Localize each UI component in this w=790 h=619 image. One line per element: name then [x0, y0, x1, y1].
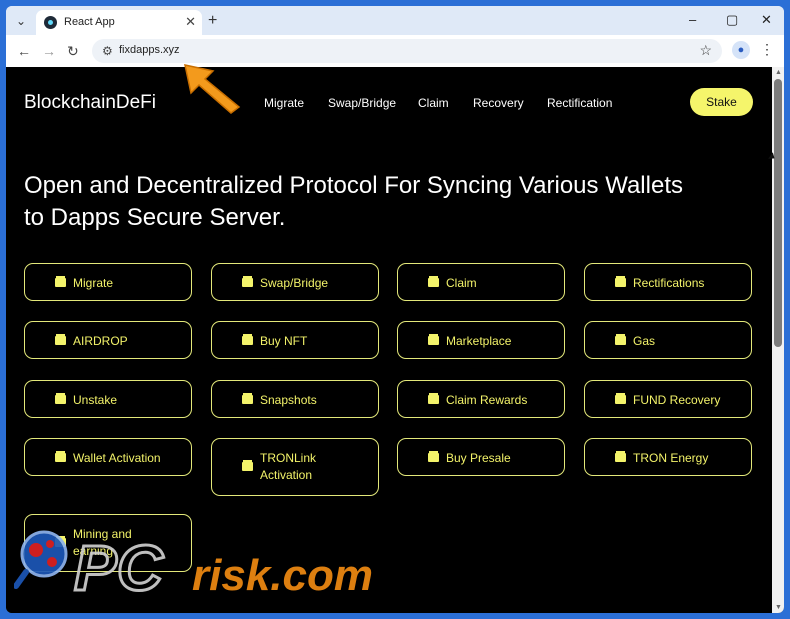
card-label: Marketplace — [446, 334, 512, 348]
card-tron-energy[interactable]: TRON Energy — [584, 438, 752, 476]
minimize-icon[interactable]: – — [689, 12, 696, 27]
card-wallet-activation[interactable]: Wallet Activation — [24, 438, 192, 476]
address-bar[interactable]: ⚙ fixdapps.xyz ☆ — [92, 39, 722, 63]
card-label: Gas — [633, 334, 656, 348]
forward-arrow-icon[interactable]: → — [42, 43, 56, 59]
card-label: Rectifications — [633, 276, 705, 290]
wallet-icon — [428, 393, 439, 404]
nav-link-swap-bridge[interactable]: Swap/Bridge — [328, 96, 396, 110]
tab-title: React App — [64, 16, 115, 28]
card-label: Buy NFT — [260, 334, 308, 348]
more-menu-icon[interactable]: ⋮ — [760, 41, 774, 58]
tab-bar: ⌄ React App ✕ + – ▢ ✕ — [6, 6, 784, 35]
wallet-icon — [615, 393, 626, 404]
card-marketplace[interactable]: Marketplace — [397, 321, 565, 359]
card-gas[interactable]: Gas — [584, 321, 752, 359]
site-settings-icon[interactable]: ⚙ — [102, 44, 113, 58]
scrollbar-thumb[interactable] — [774, 79, 782, 347]
maximize-icon[interactable]: ▢ — [726, 12, 738, 28]
wallet-icon — [615, 334, 626, 345]
scroll-down-icon[interactable]: ▼ — [775, 604, 782, 611]
card-label: FUND Recovery — [633, 393, 721, 407]
card-fund-recovery[interactable]: FUND Recovery — [584, 380, 752, 418]
wallet-icon — [55, 451, 66, 462]
card-tronlink-activation[interactable]: TRONLink Activation — [211, 438, 379, 496]
browser-window: ⌄ React App ✕ + – ▢ ✕ ← → ↻ ⚙ fixdapps.x… — [6, 6, 784, 613]
wallet-icon — [615, 451, 626, 462]
nav-link-claim[interactable]: Claim — [418, 96, 449, 110]
pcrisk-watermark-logo: PC risk.com — [14, 530, 373, 606]
card-label: Snapshots — [260, 393, 317, 407]
close-icon[interactable]: ✕ — [185, 14, 196, 30]
window-close-icon[interactable]: ✕ — [761, 12, 772, 28]
nav-link-rectification[interactable]: Rectification — [547, 96, 612, 110]
wallet-icon — [55, 334, 66, 345]
watermark-risk-text: risk.com — [192, 551, 373, 600]
card-airdrop[interactable]: AIRDROP — [24, 321, 192, 359]
card-label: Unstake — [73, 393, 118, 407]
card-label: Claim — [446, 276, 477, 290]
wallet-icon — [428, 276, 439, 287]
profile-avatar-icon[interactable]: ● — [732, 41, 750, 59]
nav-link-migrate[interactable]: Migrate — [264, 96, 304, 110]
card-label: TRON Energy — [633, 451, 709, 465]
browser-toolbar: ← → ↻ ⚙ fixdapps.xyz ☆ ● ⋮ — [6, 35, 784, 67]
bookmark-star-icon[interactable]: ☆ — [699, 42, 712, 59]
orange-arrow-icon — [184, 64, 241, 114]
url-text[interactable]: fixdapps.xyz — [119, 44, 180, 56]
stake-button[interactable]: Stake — [690, 88, 753, 116]
card-rectifications[interactable]: Rectifications — [584, 263, 752, 301]
watermark-pc-text: PC — [74, 532, 164, 604]
wallet-icon — [242, 276, 253, 287]
hero-headline: Open and Decentralized Protocol For Sync… — [24, 172, 683, 231]
card-label: Claim Rewards — [446, 393, 528, 407]
card-snapshots[interactable]: Snapshots — [211, 380, 379, 418]
card-label: AIRDROP — [73, 334, 128, 348]
card-unstake[interactable]: Unstake — [24, 380, 192, 418]
card-claim[interactable]: Claim — [397, 263, 565, 301]
wallet-icon — [55, 393, 66, 404]
nav-link-recovery[interactable]: Recovery — [473, 96, 524, 110]
card-buy-presale[interactable]: Buy Presale — [397, 438, 565, 476]
wallet-icon — [615, 276, 626, 287]
card-buy-nft[interactable]: Buy NFT — [211, 321, 379, 359]
plus-icon[interactable]: + — [208, 12, 217, 30]
page-scrollbar[interactable]: ▲ ▼ — [772, 67, 784, 613]
tab-search-button[interactable]: ⌄ — [10, 11, 32, 31]
card-label: Migrate — [73, 276, 114, 290]
reload-icon[interactable]: ↻ — [67, 43, 79, 60]
card-swap-bridge[interactable]: Swap/Bridge — [211, 263, 379, 301]
wallet-icon — [428, 451, 439, 462]
react-favicon-icon — [44, 16, 57, 29]
back-arrow-icon[interactable]: ← — [17, 43, 31, 59]
wallet-icon — [428, 334, 439, 345]
wallet-icon — [242, 393, 253, 404]
card-label: Swap/Bridge — [260, 276, 329, 290]
card-claim-rewards[interactable]: Claim Rewards — [397, 380, 565, 418]
card-migrate[interactable]: Migrate — [24, 263, 192, 301]
wallet-icon — [242, 460, 253, 471]
site-brand[interactable]: BlockchainDeFi — [24, 92, 156, 114]
scroll-up-icon[interactable]: ▲ — [775, 69, 782, 76]
wallet-icon — [242, 334, 253, 345]
tab-react-app[interactable]: React App ✕ — [36, 10, 202, 35]
wallet-icon — [55, 276, 66, 287]
card-label: Buy Presale — [446, 451, 511, 465]
card-label: Wallet Activation — [73, 451, 161, 465]
card-label: TRONLink Activation — [260, 451, 317, 482]
